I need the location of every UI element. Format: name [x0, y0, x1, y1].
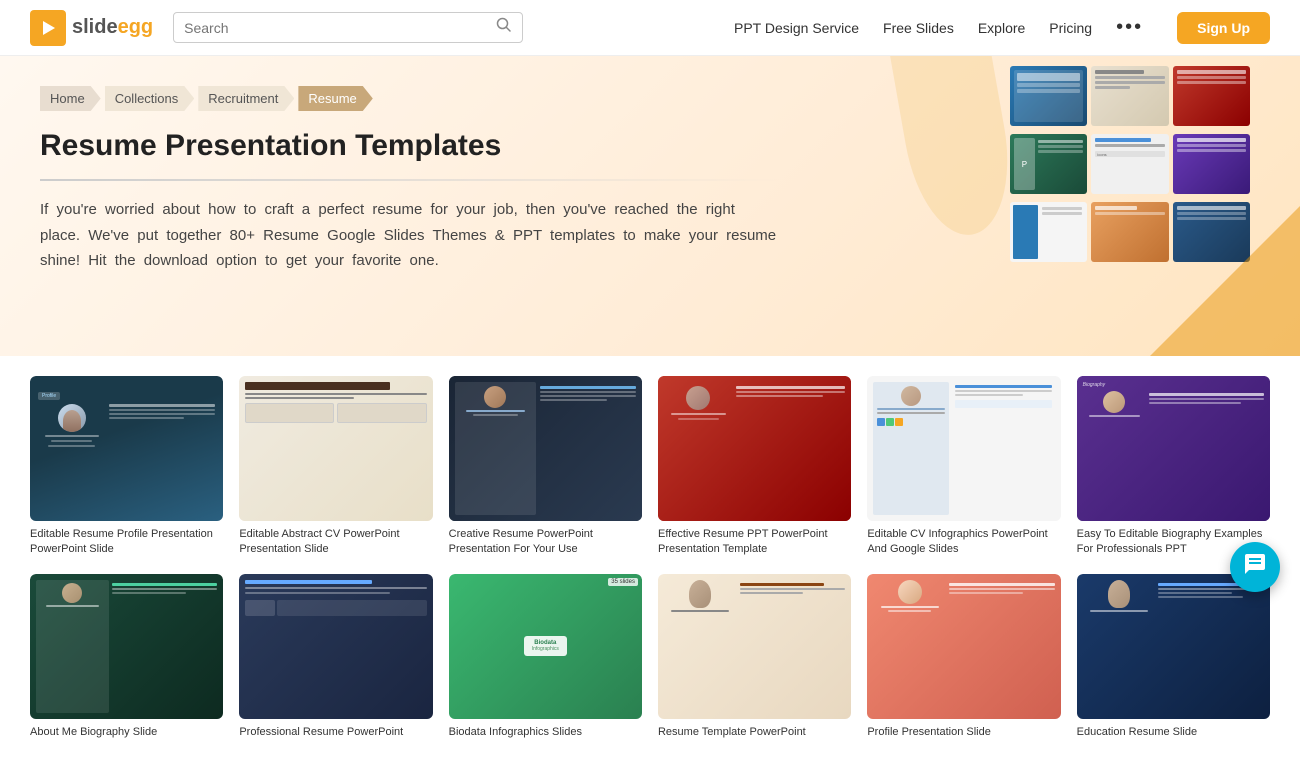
- template-thumb-1: Profile: [30, 376, 223, 521]
- template-thumb-7: [30, 574, 223, 719]
- template-card-12[interactable]: Education Resume Slide: [1077, 574, 1270, 740]
- template-card-6[interactable]: Biography Easy To Editable Bi: [1077, 376, 1270, 558]
- template-thumb-4: [658, 376, 851, 521]
- template-card-1[interactable]: Profile: [30, 376, 223, 558]
- template-card-3[interactable]: Creative Resume PowerPoint Presentation …: [449, 376, 642, 558]
- search-icon[interactable]: [496, 17, 512, 38]
- template-card-11[interactable]: Profile Presentation Slide: [867, 574, 1060, 740]
- template-thumb-5: [867, 376, 1060, 521]
- preview-cell-1: [1010, 66, 1087, 126]
- oval-decoration: [888, 56, 1021, 243]
- nav-ppt-design[interactable]: PPT Design Service: [734, 20, 859, 36]
- preview-cell-5: icons: [1091, 134, 1168, 194]
- template-card-7[interactable]: About Me Biography Slide: [30, 574, 223, 740]
- template-card-5[interactable]: Editable CV Infographics PowerPoint And …: [867, 376, 1060, 558]
- template-card-9[interactable]: Biodata Infographics 35 slides Biodata I…: [449, 574, 642, 740]
- search-bar: [173, 12, 523, 43]
- template-title-10: Resume Template PowerPoint: [658, 725, 851, 740]
- nav-pricing[interactable]: Pricing: [1049, 20, 1092, 36]
- logo[interactable]: slideegg: [30, 10, 153, 46]
- template-card-8[interactable]: Professional Resume PowerPoint: [239, 574, 432, 740]
- preview-cell-4: P: [1010, 134, 1087, 194]
- hero-divider: [40, 179, 780, 181]
- template-title-8: Professional Resume PowerPoint: [239, 725, 432, 740]
- template-title-7: About Me Biography Slide: [30, 725, 223, 740]
- hero-section: Home Collections Recruitment Resume Resu…: [0, 56, 1300, 356]
- breadcrumb-resume[interactable]: Resume: [298, 86, 372, 111]
- template-title-1: Editable Resume Profile Presentation Pow…: [30, 527, 223, 558]
- template-thumb-11: [867, 574, 1060, 719]
- nav-links: PPT Design Service Free Slides Explore P…: [734, 12, 1270, 44]
- templates-grid: Profile: [30, 376, 1270, 740]
- preview-cell-6: [1173, 134, 1250, 194]
- preview-cell-2: [1091, 66, 1168, 126]
- triangle-decoration: [1150, 206, 1300, 356]
- header: slideegg PPT Design Service Free Slides …: [0, 0, 1300, 56]
- template-thumb-9: Biodata Infographics 35 slides: [449, 574, 642, 719]
- template-thumb-6: Biography: [1077, 376, 1270, 521]
- template-thumb-2: [239, 376, 432, 521]
- template-card-4[interactable]: Effective Resume PPT PowerPoint Presenta…: [658, 376, 851, 558]
- chat-icon: [1243, 552, 1267, 582]
- chat-bubble[interactable]: [1230, 542, 1280, 592]
- sign-up-button[interactable]: Sign Up: [1177, 12, 1270, 44]
- nav-more-dots[interactable]: •••: [1116, 16, 1143, 39]
- preview-cell-7: [1010, 202, 1087, 262]
- nav-explore[interactable]: Explore: [978, 20, 1025, 36]
- template-thumb-3: [449, 376, 642, 521]
- templates-section: Profile: [0, 356, 1300, 760]
- template-title-2: Editable Abstract CV PowerPoint Presenta…: [239, 527, 432, 558]
- template-title-9: Biodata Infographics Slides: [449, 725, 642, 740]
- template-card-10[interactable]: Resume Template PowerPoint: [658, 574, 851, 740]
- template-thumb-10: [658, 574, 851, 719]
- template-title-5: Editable CV Infographics PowerPoint And …: [867, 527, 1060, 558]
- template-title-12: Education Resume Slide: [1077, 725, 1270, 740]
- breadcrumb-collections[interactable]: Collections: [105, 86, 195, 111]
- template-title-11: Profile Presentation Slide: [867, 725, 1060, 740]
- logo-text: slideegg: [72, 16, 153, 39]
- breadcrumb-home[interactable]: Home: [40, 86, 101, 111]
- template-thumb-12: [1077, 574, 1270, 719]
- preview-cell-3: [1173, 66, 1250, 126]
- template-card-2[interactable]: Editable Abstract CV PowerPoint Presenta…: [239, 376, 432, 558]
- logo-icon: [30, 10, 66, 46]
- breadcrumb-recruitment[interactable]: Recruitment: [198, 86, 294, 111]
- search-input[interactable]: [184, 20, 496, 36]
- template-thumb-8: [239, 574, 432, 719]
- template-title-4: Effective Resume PPT PowerPoint Presenta…: [658, 527, 851, 558]
- hero-description: If you're worried about how to craft a p…: [40, 197, 780, 274]
- template-title-3: Creative Resume PowerPoint Presentation …: [449, 527, 642, 558]
- nav-free-slides[interactable]: Free Slides: [883, 20, 954, 36]
